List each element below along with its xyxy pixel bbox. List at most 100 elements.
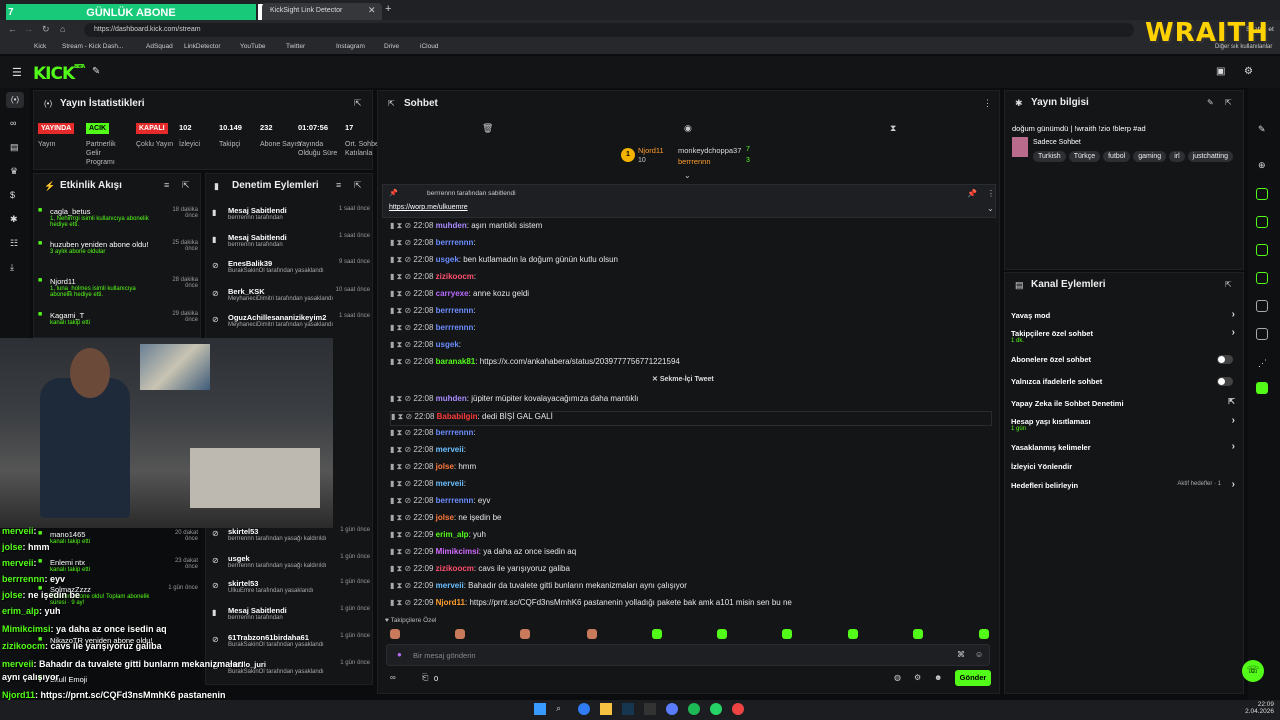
message-actions-icon[interactable]: ▮ ⧗ ⊘	[390, 462, 413, 471]
download-nav-icon[interactable]: ⤓	[10, 262, 14, 273]
wrench-tool-icon[interactable]	[1256, 328, 1268, 340]
chat-bubble-footer-icon[interactable]: ◍	[894, 673, 901, 682]
trophy-nav-icon[interactable]: ♛	[10, 166, 18, 177]
tag-futbol[interactable]: futbol	[1103, 151, 1131, 162]
bookmark-0[interactable]: Kick	[34, 43, 46, 50]
info-popout-icon[interactable]: ⇱	[1225, 98, 1232, 107]
message-actions-icon[interactable]: ▮ ⧗ ⊘	[390, 445, 413, 454]
bookmark-5[interactable]: Twitter	[286, 43, 305, 50]
message-username[interactable]: jolse	[436, 513, 454, 522]
spotify-icon[interactable]	[688, 703, 700, 715]
chevron-right-icon[interactable]: ›	[1232, 415, 1235, 426]
tools-nav-icon[interactable]: ✱	[10, 214, 18, 225]
channel-action-row[interactable]: Hesap yaşı kısıtlaması 1 gün ›	[1011, 415, 1235, 432]
chevron-right-icon[interactable]: ›	[1232, 479, 1235, 490]
crosshair-tool-icon[interactable]: ⊕	[1258, 160, 1266, 171]
channel-action-row[interactable]: Takipçilere özel sohbet 1 dk. ›	[1011, 327, 1235, 344]
pencil-tool-icon[interactable]: ✎	[1258, 124, 1266, 135]
emote-8[interactable]	[913, 629, 923, 639]
channel-action-row[interactable]: Yapay Zeka ile Sohbet Denetimi ⇱	[1011, 397, 1235, 408]
message-actions-icon[interactable]: ▮ ⧗ ⊘	[390, 323, 413, 332]
document-tool-icon[interactable]	[1256, 216, 1268, 228]
message-username[interactable]: jolse	[436, 462, 454, 471]
gifter-2[interactable]: monkeydchoppa37	[678, 146, 741, 155]
message-username[interactable]: usgek	[436, 340, 459, 349]
forward-icon[interactable]: →	[24, 24, 33, 34]
message-actions-icon[interactable]: ▮ ⧗ ⊘	[390, 581, 413, 590]
chat-menu-icon[interactable]: ⋮	[983, 98, 992, 109]
active-tool-icon[interactable]	[1256, 382, 1268, 394]
chat-settings-icon[interactable]: ⚙	[914, 673, 921, 682]
chevron-right-icon[interactable]: ›	[1232, 441, 1235, 452]
bookmark-1[interactable]: Stream - Kick Dash...	[62, 43, 123, 50]
message-actions-icon[interactable]: ▮ ⧗ ⊘	[390, 496, 413, 505]
expand-gifters-icon[interactable]: ⌄	[684, 171, 691, 180]
link-nav-icon[interactable]: ∞	[10, 118, 16, 128]
gifter-1[interactable]: Njord11	[638, 146, 664, 155]
channel-action-row[interactable]: Hedefleri belirleyin › Aktif hedefler · 1	[1011, 479, 1235, 490]
message-username[interactable]: berrrennn	[436, 428, 474, 437]
settings-icon[interactable]: ⚙	[1244, 66, 1253, 77]
message-username[interactable]: berrrennn	[436, 306, 474, 315]
app-icon[interactable]	[644, 703, 656, 715]
pinned-menu-icon[interactable]: ⋮	[987, 189, 995, 198]
message-username[interactable]: berrrennn	[436, 238, 474, 247]
message-username[interactable]: muhden	[436, 394, 467, 403]
message-actions-icon[interactable]: ▮ ⧗ ⊘	[390, 221, 413, 230]
command-icon[interactable]: ⌘	[957, 650, 965, 659]
browser-tab[interactable]: KickSight Link Detector	[262, 3, 382, 20]
toggle-switch[interactable]	[1217, 355, 1233, 364]
message-actions-icon[interactable]: ▮ ⧗ ⊘	[390, 564, 413, 573]
app2-icon[interactable]	[666, 703, 678, 715]
bookmark-4[interactable]: YouTube	[240, 43, 266, 50]
hourglass-icon[interactable]: ⧗	[890, 123, 896, 134]
link-icon[interactable]: ∞	[390, 673, 396, 682]
emote-3[interactable]	[587, 629, 597, 639]
message-actions-icon[interactable]: ▮ ⧗ ⊘	[390, 598, 413, 607]
share-tool-icon[interactable]: ⋰	[1258, 358, 1267, 369]
gifter-3[interactable]: berrrennn	[678, 157, 711, 166]
message-username[interactable]: Njord11	[436, 598, 465, 607]
message-tool-icon[interactable]	[1256, 244, 1268, 256]
chrome-icon[interactable]	[732, 703, 744, 715]
chevron-right-icon[interactable]: ›	[1232, 327, 1235, 338]
pinned-link[interactable]: https://worp.me/ulkuemre	[389, 204, 468, 211]
tag-justchatting[interactable]: justchatting	[1187, 151, 1234, 162]
channel-action-row[interactable]: Yasaklanmış kelimeler ›	[1011, 441, 1235, 452]
video-nav-icon[interactable]: ▤	[10, 142, 19, 153]
message-actions-icon[interactable]: ▮ ⧗ ⊘	[390, 357, 413, 366]
tweet-button[interactable]: ✕ Sekme-İçi Tweet	[652, 375, 742, 387]
trash-icon[interactable]: 🗑	[482, 123, 493, 134]
pin-icon[interactable]: ✎	[92, 66, 100, 77]
message-username[interactable]: merveii	[436, 479, 464, 488]
back-icon[interactable]: ←	[8, 24, 17, 34]
message-username[interactable]: usgek	[436, 255, 459, 264]
message-actions-icon[interactable]: ▮ ⧗ ⊘	[390, 306, 413, 315]
message-username[interactable]: erim_alp	[436, 530, 469, 539]
category-name[interactable]: Sadece Sohbet	[1033, 139, 1081, 146]
emoji-icon[interactable]: ☺	[975, 650, 983, 659]
tag-irl[interactable]: irl	[1169, 151, 1185, 162]
emote-0[interactable]	[390, 629, 400, 639]
toggle-switch[interactable]	[1217, 377, 1233, 386]
users-nav-icon[interactable]: ☷	[10, 238, 18, 249]
channel-action-row[interactable]: İzleyici Yönlendir	[1011, 462, 1235, 471]
events-popout-icon[interactable]: ⇱	[182, 180, 190, 191]
message-actions-icon[interactable]: ▮ ⧗ ⊘	[390, 340, 413, 349]
message-username[interactable]: zizikoocm	[436, 272, 474, 281]
money-nav-icon[interactable]: $	[10, 190, 15, 200]
chat-popout-icon[interactable]: ⇱	[388, 99, 395, 108]
chat-input[interactable]: ● Bir mesaj gönderin ⌘ ☺	[386, 644, 990, 666]
folder-icon[interactable]	[600, 703, 612, 715]
message-username[interactable]: carryexe	[436, 289, 469, 298]
emote-5[interactable]	[717, 629, 727, 639]
message-actions-icon[interactable]: ▮ ⧗ ⊘	[390, 513, 413, 522]
popout-icon[interactable]: ⇱	[354, 98, 362, 109]
message-username[interactable]: Bababilgin	[437, 412, 478, 421]
search-icon[interactable]: ⌕	[556, 703, 561, 714]
emote-4[interactable]	[652, 629, 662, 639]
message-actions-icon[interactable]: ▮ ⧗ ⊘	[390, 547, 413, 556]
emote-7[interactable]	[848, 629, 858, 639]
channel-action-row[interactable]: Abonelere özel sohbet	[1011, 355, 1235, 364]
message-actions-icon[interactable]: ▮ ⧗ ⊘	[390, 289, 413, 298]
